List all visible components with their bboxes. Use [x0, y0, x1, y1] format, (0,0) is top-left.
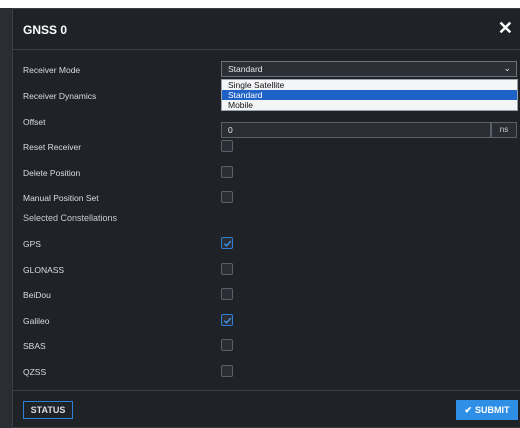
- chevron-down-icon: ⌄: [503, 63, 511, 73]
- receiver-mode-dropdown: Single Satellite Standard Mobile: [221, 79, 518, 111]
- status-button[interactable]: STATUS: [23, 401, 73, 419]
- gnss-dialog: GNSS 0 ✕ Receiver Mode Standard ⌄ Single…: [12, 8, 520, 428]
- constellation-galileo-label: Galileo: [23, 316, 50, 326]
- receiver-mode-select[interactable]: Standard ⌄: [221, 61, 517, 77]
- constellation-sbas-label: SBAS: [23, 341, 46, 351]
- dialog-title: GNSS 0: [23, 23, 68, 37]
- constellation-glonass-label: GLONASS: [23, 265, 65, 275]
- offset-label: Offset: [23, 117, 46, 127]
- dialog-header: GNSS 0 ✕: [13, 9, 520, 50]
- receiver-mode-option[interactable]: Mobile: [222, 100, 517, 110]
- offset-input[interactable]: 0: [221, 122, 491, 138]
- manual-position-set-label: Manual Position Set: [23, 193, 99, 203]
- receiver-mode-label: Receiver Mode: [23, 65, 81, 75]
- receiver-dynamics-label: Receiver Dynamics: [23, 91, 97, 101]
- constellation-sbas-checkbox[interactable]: [221, 339, 233, 351]
- constellation-gps-checkbox[interactable]: [221, 237, 233, 249]
- delete-position-checkbox[interactable]: [221, 166, 233, 178]
- check-icon: [223, 317, 232, 324]
- reset-receiver-checkbox[interactable]: [221, 140, 233, 152]
- receiver-mode-value: Standard: [228, 64, 263, 74]
- constellation-qzss-label: QZSS: [23, 367, 47, 377]
- selected-constellations-heading: Selected Constellations: [23, 213, 118, 223]
- delete-position-label: Delete Position: [23, 168, 81, 178]
- close-icon[interactable]: ✕: [498, 18, 513, 38]
- receiver-mode-option[interactable]: Single Satellite: [222, 80, 517, 90]
- constellation-qzss-checkbox[interactable]: [221, 365, 233, 377]
- check-icon: [223, 240, 232, 247]
- check-icon: ✔: [464, 405, 473, 415]
- background-panel-edge: [0, 8, 12, 428]
- constellation-glonass-checkbox[interactable]: [221, 263, 233, 275]
- reset-receiver-label: Reset Receiver: [23, 142, 82, 152]
- submit-button[interactable]: ✔ SUBMIT: [456, 400, 518, 420]
- constellation-galileo-checkbox[interactable]: [221, 314, 233, 326]
- offset-unit: ns: [491, 122, 517, 138]
- constellation-beidou-label: BeiDou: [23, 290, 51, 300]
- receiver-mode-option-selected[interactable]: Standard: [222, 90, 517, 100]
- submit-label: SUBMIT: [475, 405, 510, 415]
- constellation-beidou-checkbox[interactable]: [221, 288, 233, 300]
- footer-divider: [13, 390, 520, 391]
- manual-position-set-checkbox[interactable]: [221, 191, 233, 203]
- constellation-gps-label: GPS: [23, 239, 41, 249]
